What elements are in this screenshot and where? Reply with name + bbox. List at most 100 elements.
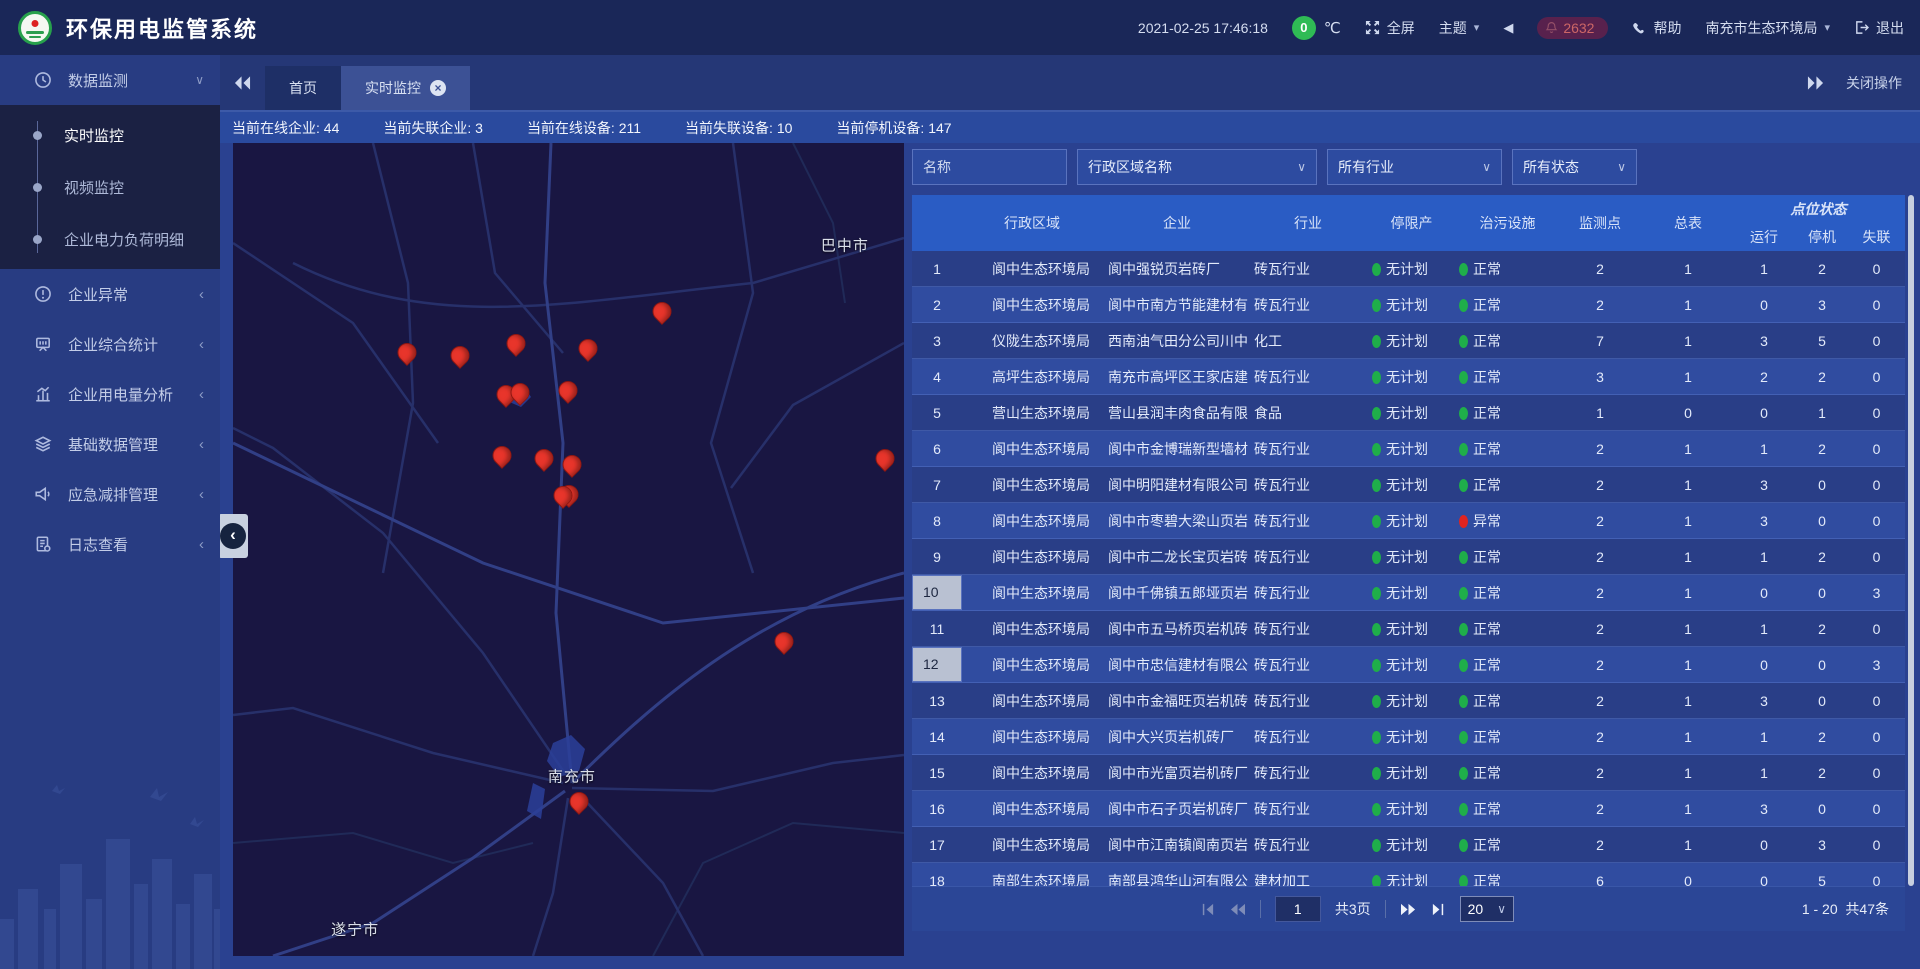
sidebar-item-base-data[interactable]: 基础数据管理 ‹ [0, 419, 220, 469]
table-row[interactable]: 7阆中生态环境局阆中明阳建材有限公司砖瓦行业无计划正常21300 [912, 467, 1905, 503]
cell-company: 阆中市忠信建材有限公 [1102, 655, 1252, 675]
cell-region: 阆中生态环境局 [962, 511, 1102, 531]
logout-button[interactable]: 退出 [1854, 18, 1904, 38]
map-panel[interactable]: 巴中市南充市遂宁市 [233, 143, 904, 956]
cell-disconnected: 0 [1848, 333, 1905, 349]
cell-monitor-points: 2 [1556, 765, 1644, 781]
table-body: 1阆中生态环境局阆中强锐页岩砖厂砖瓦行业无计划正常211202阆中生态环境局阆中… [912, 251, 1905, 886]
cell-pollution-facility: 正常 [1459, 403, 1556, 423]
page-number-input[interactable] [1275, 896, 1321, 922]
cell-industry: 砖瓦行业 [1252, 295, 1364, 315]
cell-industry: 砖瓦行业 [1252, 691, 1364, 711]
enterprise-panel: 行政区域名称 ∨ 所有行业 ∨ 所有状态 ∨ 行政区域 企业 [912, 149, 1905, 930]
name-filter-input[interactable] [912, 149, 1067, 185]
log-document-icon [34, 535, 52, 553]
row-number: 18 [912, 873, 962, 887]
table-row[interactable]: 6阆中生态环境局阆中市金博瑞新型墙材砖瓦行业无计划正常21120 [912, 431, 1905, 467]
map-pin[interactable] [770, 628, 797, 655]
map-pin[interactable] [872, 445, 899, 472]
sidebar-item-emergency-reduction[interactable]: 应急减排管理 ‹ [0, 469, 220, 519]
table-row[interactable]: 17阆中生态环境局阆中市江南镇阆南页岩砖瓦行业无计划正常21030 [912, 827, 1905, 863]
sidebar-item-enterprise-abnormal[interactable]: 企业异常 ‹ [0, 269, 220, 319]
bar-chart-icon [34, 385, 52, 403]
cell-running: 3 [1732, 477, 1796, 493]
table-row[interactable]: 10阆中生态环境局阆中千佛镇五郎垭页岩砖瓦行业无计划正常21003 [912, 575, 1905, 611]
row-number: 5 [912, 405, 962, 421]
cell-region: 阆中生态环境局 [962, 727, 1102, 747]
sidebar-item-power-analysis[interactable]: 企业用电量分析 ‹ [0, 369, 220, 419]
table-row[interactable]: 9阆中生态环境局阆中市二龙长宝页岩砖砖瓦行业无计划正常21120 [912, 539, 1905, 575]
cell-total-meters: 1 [1644, 585, 1732, 601]
prev-page-icon[interactable] [1229, 902, 1246, 917]
sidebar-item-video-monitor[interactable]: 视频监控 [0, 161, 220, 213]
tabs-scroll-right-icon[interactable] [1793, 76, 1838, 90]
table-row[interactable]: 1阆中生态环境局阆中强锐页岩砖厂砖瓦行业无计划正常21120 [912, 251, 1905, 287]
map-pin[interactable] [446, 342, 473, 369]
cell-total-meters: 1 [1644, 729, 1732, 745]
map-pin[interactable] [558, 451, 585, 478]
table-row[interactable]: 15阆中生态环境局阆中市光富页岩机砖厂砖瓦行业无计划正常21120 [912, 755, 1905, 791]
close-operations-button[interactable]: 关闭操作 [1838, 73, 1920, 93]
table-scrollbar[interactable] [1908, 195, 1914, 886]
sidebar-item-power-load-detail[interactable]: 企业电力负荷明细 [0, 213, 220, 265]
cell-disconnected: 0 [1848, 837, 1905, 853]
table-row[interactable]: 8阆中生态环境局阆中市枣碧大梁山页岩砖瓦行业无计划异常21300 [912, 503, 1905, 539]
page-size-select[interactable]: 20 ∨ [1460, 896, 1514, 922]
sidebar-item-log-view[interactable]: 日志查看 ‹ [0, 519, 220, 569]
next-page-icon[interactable] [1400, 902, 1417, 917]
map-collapse-button[interactable]: ‹ [218, 514, 248, 558]
cell-industry: 砖瓦行业 [1252, 727, 1364, 747]
sidebar-item-data-monitor[interactable]: 数据监测 ∨ [0, 55, 220, 105]
cell-company: 南充市高坪区王家店建 [1102, 367, 1252, 387]
cell-pollution-facility: 正常 [1459, 619, 1556, 639]
phone-icon [1632, 21, 1646, 35]
tab-home[interactable]: 首页 [265, 66, 341, 110]
bullet-icon [33, 131, 42, 140]
table-row[interactable]: 11阆中生态环境局阆中市五马桥页岩机砖砖瓦行业无计划正常21120 [912, 611, 1905, 647]
map-pin[interactable] [489, 442, 516, 469]
table-row[interactable]: 14阆中生态环境局阆中大兴页岩机砖厂砖瓦行业无计划正常21120 [912, 719, 1905, 755]
tab-close-icon[interactable]: × [430, 80, 446, 96]
map-pin[interactable] [566, 788, 593, 815]
table-row[interactable]: 5营山生态环境局营山县润丰肉食品有限食品无计划正常10010 [912, 395, 1905, 431]
cell-company: 阆中大兴页岩机砖厂 [1102, 727, 1252, 747]
map-pin[interactable] [503, 330, 530, 357]
table-row[interactable]: 3仪陇生态环境局西南油气田分公司川中化工无计划正常71350 [912, 323, 1905, 359]
map-city-label: 巴中市 [821, 235, 869, 256]
first-page-icon[interactable] [1200, 902, 1215, 917]
alarm-count-badge[interactable]: 2632 [1537, 17, 1608, 39]
table-row[interactable]: 12阆中生态环境局阆中市忠信建材有限公砖瓦行业无计划正常21003 [912, 647, 1905, 683]
tab-realtime-monitor[interactable]: 实时监控 × [341, 66, 470, 110]
table-row[interactable]: 18南部生态环境局南部县鸿华山河有限公建材加工无计划正常60050 [912, 863, 1905, 886]
map-pin[interactable] [575, 335, 602, 362]
mute-speaker-icon[interactable]: ◀ [1503, 20, 1513, 36]
alert-circle-icon [34, 285, 52, 303]
theme-dropdown[interactable]: 主题 ▾ [1439, 18, 1480, 38]
table-row[interactable]: 16阆中生态环境局阆中市石子页岩机砖厂砖瓦行业无计划正常21300 [912, 791, 1905, 827]
table-row[interactable]: 4高坪生态环境局南充市高坪区王家店建砖瓦行业无计划正常31220 [912, 359, 1905, 395]
map-pin[interactable] [393, 339, 420, 366]
region-filter-select[interactable]: 行政区域名称 ∨ [1077, 149, 1317, 185]
header-datetime: 2021-02-25 17:46:18 [1138, 20, 1268, 36]
filter-bar: 行政区域名称 ∨ 所有行业 ∨ 所有状态 ∨ [912, 149, 1637, 185]
last-page-icon[interactable] [1431, 902, 1446, 917]
help-button[interactable]: 帮助 [1632, 18, 1681, 38]
map-pin[interactable] [530, 445, 557, 472]
cell-industry: 食品 [1252, 403, 1364, 423]
fullscreen-button[interactable]: 全屏 [1365, 18, 1415, 38]
cell-running: 0 [1732, 585, 1796, 601]
tabs-scroll-left-icon[interactable] [220, 76, 265, 90]
map-pin[interactable] [648, 298, 675, 325]
org-dropdown[interactable]: 南充市生态环境局 ▾ [1705, 18, 1830, 38]
cell-disconnected: 0 [1848, 801, 1905, 817]
cell-running: 1 [1732, 621, 1796, 637]
table-row[interactable]: 2阆中生态环境局阆中市南方节能建材有砖瓦行业无计划正常21030 [912, 287, 1905, 323]
industry-filter-select[interactable]: 所有行业 ∨ [1327, 149, 1502, 185]
map-pin[interactable] [554, 377, 581, 404]
status-filter-select[interactable]: 所有状态 ∨ [1512, 149, 1637, 185]
table-row[interactable]: 13阆中生态环境局阆中市金福旺页岩机砖砖瓦行业无计划正常21300 [912, 683, 1905, 719]
cell-monitor-points: 3 [1556, 369, 1644, 385]
sidebar-item-realtime-monitor[interactable]: 实时监控 [0, 109, 220, 161]
sidebar-item-enterprise-statistics[interactable]: 企业综合统计 ‹ [0, 319, 220, 369]
cell-disconnected: 0 [1848, 729, 1905, 745]
